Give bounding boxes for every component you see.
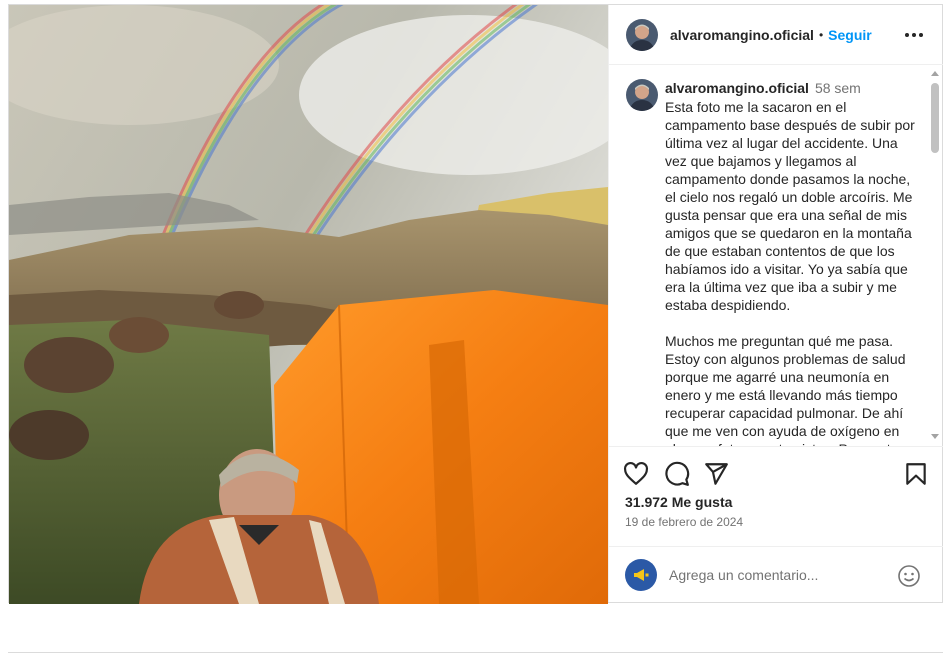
caption-username[interactable]: alvaromangino.oficial bbox=[665, 80, 809, 96]
caption-avatar[interactable] bbox=[626, 79, 658, 111]
follow-button[interactable]: Seguir bbox=[828, 27, 872, 43]
post-photo[interactable] bbox=[9, 5, 608, 604]
post-side-panel: alvaromangino.oficial • Seguir alvaroman… bbox=[608, 5, 943, 602]
comments-scrollbar[interactable] bbox=[930, 69, 940, 441]
send-icon[interactable] bbox=[703, 461, 729, 487]
separator-dot: • bbox=[818, 27, 824, 42]
megaphone-icon bbox=[625, 559, 657, 591]
caption-body: alvaromangino.oficial 58 sem Esta foto me… bbox=[665, 79, 920, 446]
likes-count[interactable]: 31.972 Me gusta bbox=[625, 494, 732, 510]
user-avatar[interactable] bbox=[626, 18, 658, 51]
comment-input[interactable] bbox=[669, 564, 889, 586]
comments-area[interactable]: alvaromangino.oficial 58 sem Esta foto me… bbox=[609, 66, 943, 446]
instagram-post: alvaromangino.oficial • Seguir alvaroman… bbox=[8, 4, 943, 604]
post-date[interactable]: 19 de febrero de 2024 bbox=[625, 515, 743, 529]
photo-double-rainbow-tent bbox=[9, 5, 608, 604]
heart-icon[interactable] bbox=[623, 461, 649, 487]
bookmark-icon[interactable] bbox=[903, 461, 929, 487]
more-horizontal-icon[interactable] bbox=[903, 25, 925, 45]
scroll-down-arrow[interactable] bbox=[931, 434, 939, 439]
page-divider bbox=[8, 652, 943, 653]
emoji-smile-icon[interactable] bbox=[897, 564, 921, 588]
caption-time[interactable]: 58 sem bbox=[815, 80, 861, 96]
scroll-thumb[interactable] bbox=[931, 83, 939, 153]
scroll-up-arrow[interactable] bbox=[931, 71, 939, 76]
comment-icon[interactable] bbox=[664, 461, 690, 487]
header-username[interactable]: alvaromangino.oficial bbox=[670, 27, 814, 43]
add-comment-bar bbox=[609, 546, 943, 602]
post-header: alvaromangino.oficial • Seguir bbox=[609, 5, 943, 65]
caption-text: Esta foto me la sacaron en el campamento… bbox=[665, 99, 915, 446]
